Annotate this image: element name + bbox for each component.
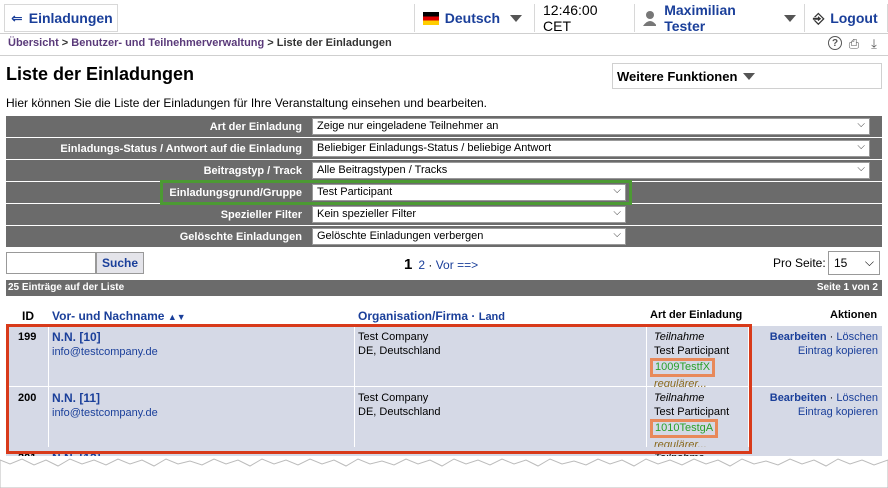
edit-link[interactable]: Bearbeiten — [770, 331, 827, 343]
column-header-organisation[interactable]: Organisation/Firma · Land — [358, 309, 505, 323]
top-navigation-bar: ⇐ Einladungen Deutsch 12:46:00 CET Maxim… — [0, 0, 888, 34]
chevron-down-icon: ⌵ — [864, 255, 874, 269]
chevron-down-icon — [510, 14, 522, 22]
back-to-invitations-button[interactable]: ⇐ Einladungen — [4, 4, 118, 32]
copy-entry-link[interactable]: Eintrag kopieren — [798, 345, 878, 357]
column-header-name[interactable]: Vor- und Nachname ▲▼ — [52, 309, 186, 323]
filter-row: Gelöschte Einladungen Gelöschte Einladung… — [6, 226, 882, 248]
torn-edge-decoration — [0, 456, 888, 488]
user-menu[interactable]: Maximilian Tester — [634, 2, 804, 34]
column-header-actions: Aktionen — [830, 309, 878, 321]
logout-icon: ⎆ — [813, 9, 825, 26]
chevron-down-icon: ⌵ — [613, 229, 621, 240]
column-header-id: ID — [22, 309, 34, 323]
filter-label: Gelöschte Einladungen — [6, 226, 308, 248]
chevron-down-icon: ⌵ — [613, 207, 621, 218]
chevron-down-icon — [743, 72, 756, 80]
entry-count: 25 Einträge auf der Liste — [8, 282, 125, 293]
chevron-down-icon — [784, 14, 796, 22]
language-selector[interactable]: Deutsch — [414, 4, 530, 32]
download-icon[interactable]: ⤓ — [866, 36, 882, 52]
page-intro: Hier können Sie die Liste der Einladunge… — [6, 96, 488, 110]
clock-display: 12:46:00 CET — [534, 2, 632, 34]
deleted-invitations-select[interactable]: Gelöschte Einladungen verbergen ⌵ — [312, 228, 626, 245]
column-header-invitation-type: Art der Einladung — [650, 309, 743, 321]
summary-bar: 25 Einträge auf der Liste Seite 1 von 2 — [6, 280, 882, 296]
filter-label: Einladungs-Status / Antwort auf die Einl… — [6, 138, 308, 160]
delete-link[interactable]: Löschen — [836, 331, 878, 343]
pagination: 12 · Vor ==> — [404, 256, 479, 273]
contribution-type-select[interactable]: Alle Beitragstypen / Tracks ⌵ — [312, 162, 870, 179]
filter-label: Spezieller Filter — [6, 204, 308, 226]
page-2-link[interactable]: 2 — [418, 258, 425, 272]
help-icon[interactable]: ? — [828, 36, 842, 50]
highlight-box-rows — [6, 324, 752, 454]
per-page-label: Pro Seite: — [773, 256, 826, 270]
more-functions-dropdown[interactable]: Weitere Funktionen — [612, 63, 882, 89]
table-header: ID Vor- und Nachname ▲▼ Organisation/Fir… — [6, 306, 882, 326]
sort-arrows-icon[interactable]: ▲▼ — [168, 312, 186, 322]
current-page: 1 — [404, 256, 413, 273]
search-input[interactable] — [6, 252, 96, 274]
filter-label: Art der Einladung — [6, 116, 308, 138]
page-indicator: Seite 1 von 2 — [816, 282, 878, 293]
filter-row: Einladungs-Status / Antwort auf die Einl… — [6, 138, 882, 160]
search-button[interactable]: Suche — [96, 252, 144, 274]
logout-button[interactable]: ⎆ Logout — [804, 4, 888, 32]
filter-row: Beitragstyp / Track Alle Beitragstypen / … — [6, 160, 882, 182]
breadcrumb: Übersicht > Benutzer- und Teilnehmerverw… — [8, 37, 392, 49]
delete-link[interactable]: Löschen — [836, 392, 878, 404]
copy-entry-link[interactable]: Eintrag kopieren — [798, 406, 878, 418]
per-page-select[interactable]: 15 ⌵ — [828, 251, 880, 275]
breadcrumb-overview-link[interactable]: Übersicht — [8, 37, 59, 49]
next-page-link[interactable]: Vor ==> — [436, 258, 478, 272]
filter-row: Art der Einladung Zeige nur eingeladene T… — [6, 116, 882, 138]
user-icon — [643, 11, 657, 26]
filter-row: Spezieller Filter Kein spezieller Filter ⌵ — [6, 204, 882, 226]
column-header-country[interactable]: Land — [479, 311, 505, 323]
chevron-down-icon: ⌵ — [857, 141, 865, 152]
search-form: Suche — [6, 252, 144, 274]
breadcrumb-current: Liste der Einladungen — [276, 37, 392, 49]
chevron-down-icon: ⌵ — [857, 119, 865, 130]
page-title: Liste der Einladungen — [6, 64, 195, 84]
special-filter-select[interactable]: Kein spezieller Filter ⌵ — [312, 206, 626, 223]
arrow-left-icon: ⇐ — [11, 9, 23, 26]
print-icon[interactable]: ⎙ — [846, 36, 862, 52]
chevron-down-icon: ⌵ — [857, 163, 865, 174]
invitation-status-select[interactable]: Beliebiger Einladungs-Status / beliebige… — [312, 140, 870, 157]
breadcrumb-bar: Übersicht > Benutzer- und Teilnehmerverw… — [0, 34, 888, 56]
breadcrumb-user-management-link[interactable]: Benutzer- und Teilnehmerverwaltung — [71, 37, 264, 49]
german-flag-icon — [423, 11, 439, 25]
filter-label: Beitragstyp / Track — [6, 160, 308, 182]
highlight-box-group-filter — [160, 180, 632, 205]
invitation-type-select[interactable]: Zeige nur eingeladene Teilnehmer an ⌵ — [312, 118, 870, 135]
edit-link[interactable]: Bearbeiten — [770, 392, 827, 404]
